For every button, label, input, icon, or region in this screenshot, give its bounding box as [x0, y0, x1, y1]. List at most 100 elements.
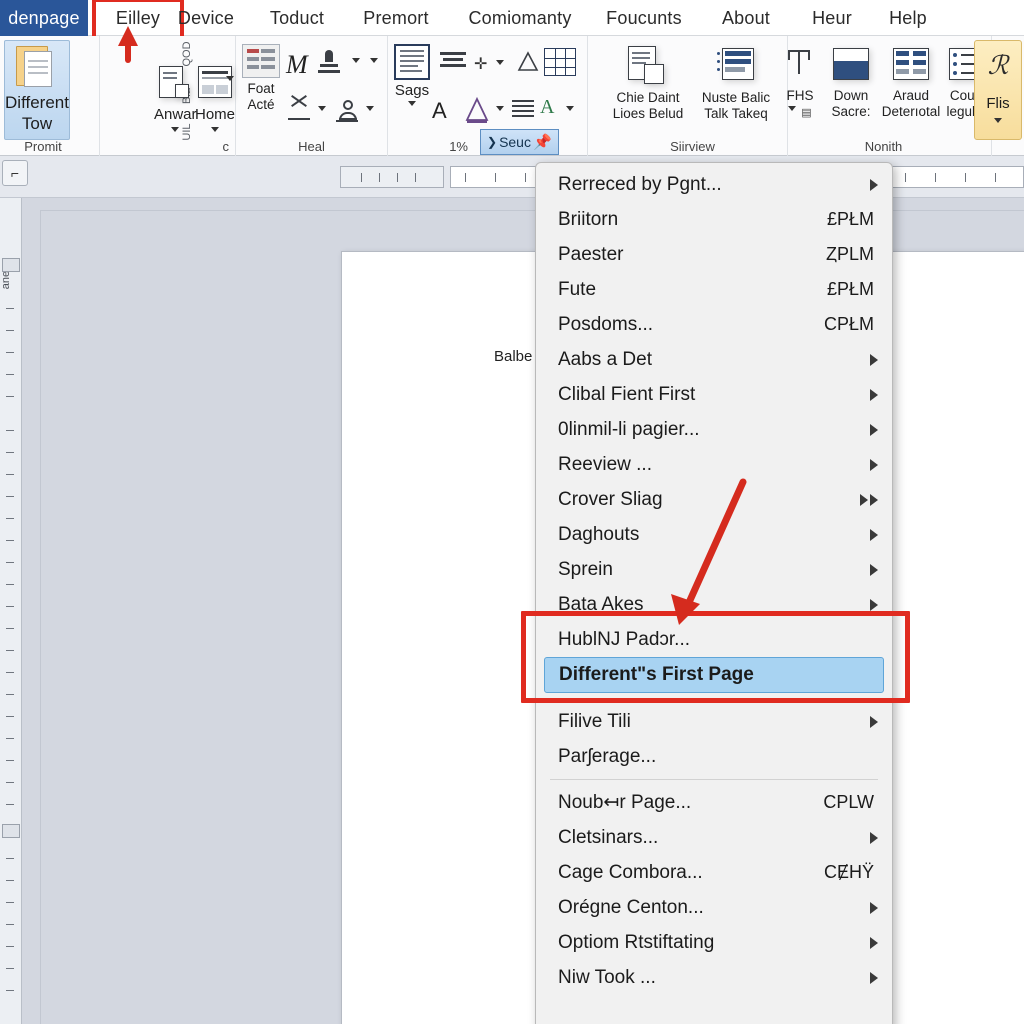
ribbon-tab-denpage[interactable]: denpage: [0, 0, 88, 36]
chevron-down-icon[interactable]: [994, 118, 1002, 123]
menu-item-label: 0linmil-li pagier...: [558, 418, 700, 440]
menu-item-aabs-a-det[interactable]: Aabs a Det: [536, 342, 892, 377]
ribbon-tab-help[interactable]: Help: [882, 0, 934, 36]
header-layout-icon: [194, 64, 236, 106]
ribbon-tab-label: Foucunts: [606, 7, 682, 28]
menu-item-daghouts[interactable]: Daghouts: [536, 517, 892, 552]
nuste-balic-line2: Talk Takeq: [704, 106, 768, 121]
menu-item-posdoms[interactable]: Posdoms... CPŁM: [536, 307, 892, 342]
sags-button[interactable]: Sags: [394, 44, 430, 106]
menu-item-bata-akes[interactable]: Bata Akes: [536, 587, 892, 622]
horizontal-ruler-right[interactable]: [890, 166, 1024, 188]
menu-item-sprein[interactable]: Sprein: [536, 552, 892, 587]
ribbon-tab-premort[interactable]: Premort: [358, 0, 434, 36]
chevron-down-icon[interactable]: [566, 106, 574, 111]
chevron-down-icon[interactable]: [318, 106, 326, 111]
tab-stop-icon[interactable]: ⌐: [2, 160, 28, 186]
ribbon-tab-foucunts[interactable]: Foucunts: [602, 0, 686, 36]
submenu-arrow-icon: [870, 353, 878, 366]
align-lines-icon[interactable]: [440, 52, 468, 72]
chevron-down-icon[interactable]: [408, 101, 416, 106]
menu-item-paester[interactable]: Paester ȤPLM: [536, 237, 892, 272]
ribbon-tab-about[interactable]: About: [714, 0, 778, 36]
chevron-down-icon[interactable]: [211, 127, 219, 132]
submenu-arrow-icon: [870, 563, 878, 576]
foat-acte-button[interactable]: Foat Acté: [242, 44, 280, 113]
menu-item-oregne-centon[interactable]: Orégne Centon...: [536, 890, 892, 925]
stamp-icon[interactable]: [318, 50, 340, 76]
flis-button[interactable]: ℛ Flis: [974, 40, 1022, 140]
ribbon-tab-label: Comiomanty: [468, 7, 572, 28]
chie-daint-line1: Chie Daint: [616, 90, 680, 105]
ribbon-group-label: c: [222, 139, 230, 154]
font-a-icon[interactable]: A: [432, 98, 447, 124]
down-sacre-button[interactable]: Down Sacre:: [822, 46, 880, 120]
home-button[interactable]: Home: [194, 64, 236, 132]
horizontal-ruler-left-margin[interactable]: [340, 166, 444, 188]
menu-item-label: Optiom Rtstiftating: [558, 931, 715, 953]
menu-item-olinmil-li-pagier[interactable]: 0linmil-li pagier...: [536, 412, 892, 447]
vertical-ruler-notch[interactable]: [2, 258, 20, 272]
triangle-glyph: [517, 51, 539, 71]
seuc-pin-button[interactable]: ❯ Seuc 📌: [480, 129, 559, 155]
triangle-purple-icon[interactable]: [464, 96, 490, 129]
person-icon[interactable]: [336, 98, 360, 124]
format-painter-icon[interactable]: M: [286, 50, 308, 80]
different-tow-button[interactable]: Different Tow: [4, 40, 70, 140]
menu-item-cage-combora[interactable]: Cage Combora... CɆHŸ: [536, 855, 892, 890]
home-label: Home: [194, 106, 235, 123]
home-dropdown-caret-icon[interactable]: [226, 76, 234, 81]
ribbon-tab-eilley[interactable]: Eilley: [92, 0, 184, 40]
ribbon-group-label: Siirview: [670, 139, 715, 154]
menu-item-differents-first-page[interactable]: Different"s First Page: [544, 657, 884, 693]
chevron-down-icon[interactable]: [496, 60, 504, 65]
ribbon-tab-label: About: [721, 7, 771, 28]
chevron-down-icon[interactable]: [171, 127, 180, 132]
menu-item-label: Filive Tili: [558, 710, 631, 732]
application-window: denpage Eilley Device Toduct Premort Com…: [0, 0, 1024, 1024]
chevron-down-icon[interactable]: [788, 106, 797, 111]
chevron-down-icon[interactable]: [496, 106, 504, 111]
different-tow-line1: Different: [5, 93, 69, 112]
ribbon-tab-toduct[interactable]: Toduct: [266, 0, 328, 36]
fhs-button[interactable]: FHS ▤: [778, 46, 822, 119]
chevron-down-icon[interactable]: [370, 58, 378, 63]
menu-item-rerreced-by-pgnt[interactable]: Rerreced by Pgnt...: [536, 167, 892, 202]
context-menu[interactable]: Rerreced by Pgnt... Briitorn £PŁM Paeste…: [535, 162, 893, 1024]
vertical-ruler-notch-bottom[interactable]: [2, 824, 20, 838]
menu-item-briitorn[interactable]: Briitorn £PŁM: [536, 202, 892, 237]
ribbon-tab-heur[interactable]: Heur: [806, 0, 858, 36]
menu-item-label: Clibal Fient First: [558, 383, 696, 405]
menu-item-noubr-page[interactable]: Noub↤r Page... CPLW: [536, 785, 892, 820]
chevron-down-icon[interactable]: [352, 58, 360, 63]
menu-item-label: Crover Sliag: [558, 488, 663, 510]
sags-label: Sags: [394, 82, 430, 99]
menu-item-fute[interactable]: Fute £PŁM: [536, 272, 892, 307]
anwar-button[interactable]: Anwar: [154, 64, 197, 132]
chevron-down-icon[interactable]: [366, 106, 374, 111]
menu-item-optiom-rtstiftating[interactable]: Optiom Rtstiftating: [536, 925, 892, 960]
menu-item-cletsinars[interactable]: Cletsinars...: [536, 820, 892, 855]
menu-item-hubl-padr[interactable]: HublǊ Padɔr...: [536, 622, 892, 657]
small-table-icon[interactable]: ▤: [801, 106, 811, 119]
menu-item-niw-took[interactable]: Niw Took ...: [536, 960, 892, 995]
nuste-balic-button[interactable]: Nuste Balic Talk Takeq: [690, 46, 782, 122]
green-glyph-icon[interactable]: A: [540, 96, 554, 119]
menu-item-reeview[interactable]: Reeview ...: [536, 447, 892, 482]
table-icon[interactable]: [544, 48, 576, 76]
menu-item-filive-tili[interactable]: Filive Tili: [536, 704, 892, 739]
menu-item-label: Parʃerage...: [558, 745, 657, 767]
menu-item-parserage[interactable]: Parʃerage...: [536, 739, 892, 774]
vertical-ruler[interactable]: ane: [0, 198, 22, 1024]
ribbon-minilabel-column: QOD Bla UIL: [100, 36, 193, 156]
ribbon-tab-comiomanty[interactable]: Comiomanty: [464, 0, 576, 36]
araud-button[interactable]: Araud Deterıotal: [880, 46, 942, 120]
menu-item-clibal-fient-first[interactable]: Clibal Fient First: [536, 377, 892, 412]
paragraph-lines-icon[interactable]: [512, 100, 536, 120]
plus-icon[interactable]: ✛: [474, 54, 487, 74]
menu-item-accel: ȤPLM: [825, 244, 874, 264]
menu-item-crover-sliag[interactable]: Crover Sliag: [536, 482, 892, 517]
chie-daint-button[interactable]: Chie Daint Lioes Belud: [604, 46, 692, 122]
triangle-outline-icon[interactable]: [516, 50, 540, 79]
clear-format-icon[interactable]: [288, 95, 312, 124]
